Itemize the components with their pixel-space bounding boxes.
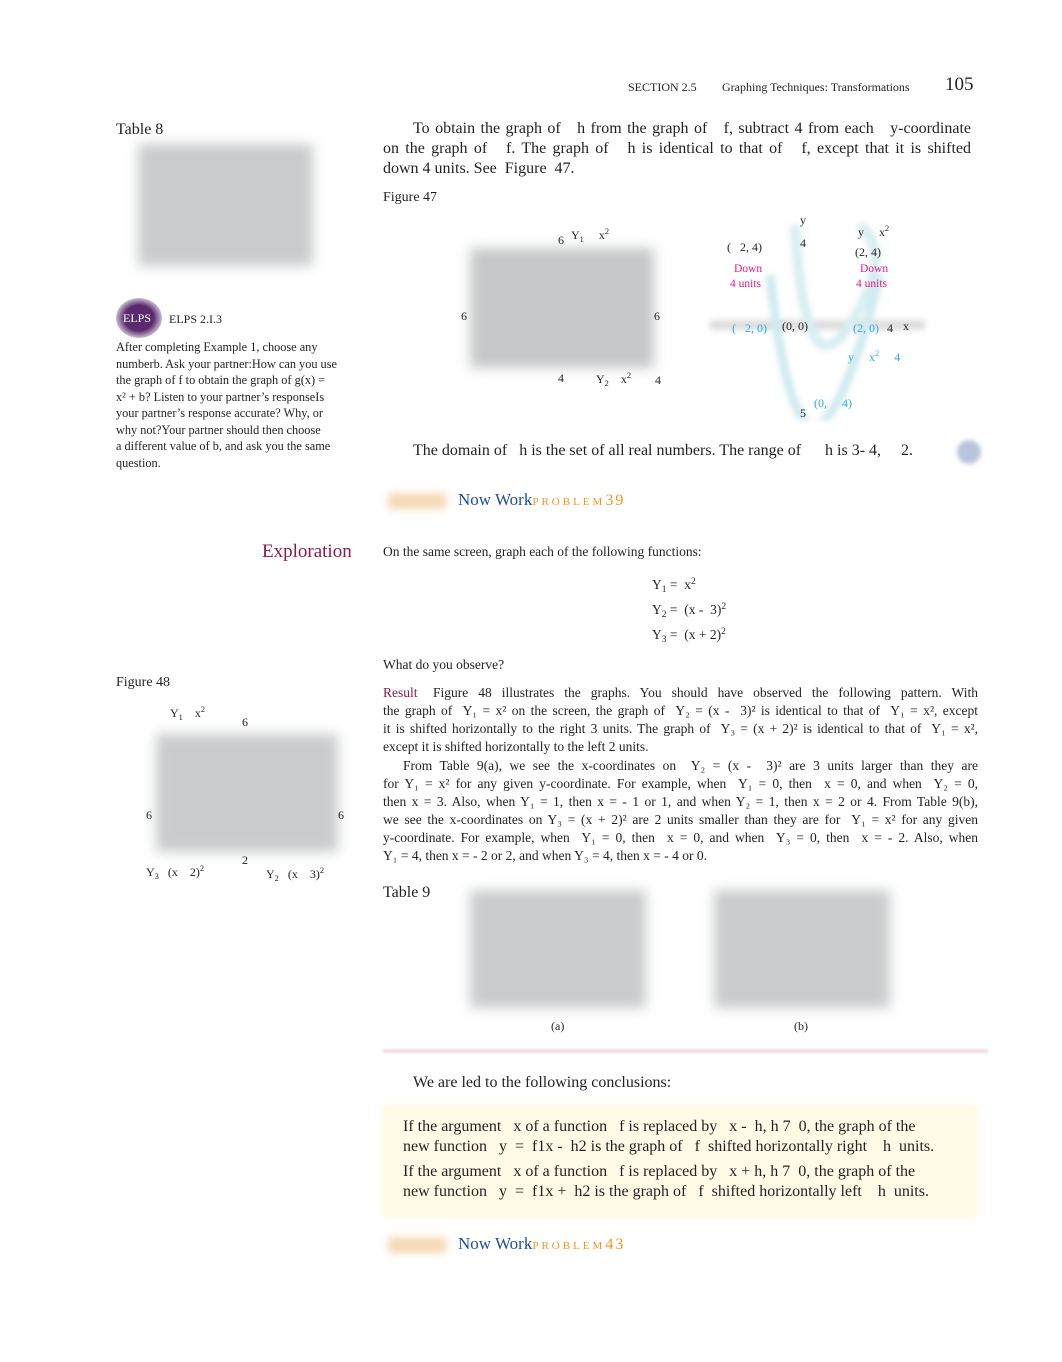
text-line: If the argument x of a function f is rep…	[403, 1163, 916, 1180]
equation-part: = (x - 3)	[666, 602, 722, 617]
section-title: Graphing Techniques: Transformations	[722, 80, 910, 94]
text-line: question.	[116, 456, 161, 470]
video-icon[interactable]	[957, 440, 981, 464]
figure48-screen	[156, 734, 338, 852]
fig47-left-tick: 6	[461, 309, 467, 323]
text-line: for Y₁ = x² for any given y-coordinate. …	[383, 776, 978, 791]
down-label-right: Down	[860, 263, 889, 275]
exploration-intro: On the same screen, graph each of the fo…	[383, 544, 702, 559]
text-line: x² + b? Listen to your partner’s respons…	[116, 390, 325, 404]
text-line: on the graph of f. The graph of h is ide…	[383, 140, 971, 157]
text-line: why not?Your partner should then choose	[116, 423, 321, 437]
page-number: 105	[945, 74, 974, 95]
text-line: down 4 units. See Figure 47.	[383, 160, 575, 177]
text-line: From Table 9(a), we see the x-coordinate…	[403, 758, 978, 773]
table9b-caption: (b)	[794, 1019, 808, 1033]
eq-bottom: y x2 4	[848, 349, 901, 364]
down-label-left: Down	[734, 263, 763, 275]
now-work-icon	[388, 1237, 446, 1253]
point-2-0: (2, 0)	[853, 321, 879, 335]
eq-top: y x2	[858, 224, 890, 239]
text-line: a different value of b, and ask you the …	[116, 439, 331, 453]
divider	[383, 1049, 988, 1053]
observe-question: What do you observe?	[383, 657, 505, 672]
text-line: the graph of f to obtain the graph of g(…	[116, 373, 326, 387]
conclusion-intro: We are led to the following conclusions:	[413, 1074, 672, 1091]
fig47-bottom-tick-2: 4	[655, 373, 661, 387]
equation-part: = x	[666, 577, 691, 592]
text-line: If the argument x of a function f is rep…	[403, 1118, 916, 1135]
fig47-y2-label: Y2 x2	[596, 371, 632, 388]
table9a-caption: (a)	[551, 1019, 565, 1033]
equation-part: Y	[652, 627, 662, 642]
figure47-label: Figure 47	[383, 190, 438, 205]
fig48-y2-label: Y2 (x 3)2	[266, 866, 325, 883]
equation-part: Y	[652, 602, 662, 617]
text-line: we see the x-coordinates on Y₃ = (x + 2)…	[383, 812, 978, 827]
elps-badge-text: ELPS	[123, 311, 152, 325]
text-line: Figure 48 illustrates the graphs. You sh…	[433, 685, 978, 700]
fig48-bottom-tick: 2	[242, 853, 248, 867]
point-neg2-0: ( 2, 0)	[732, 321, 767, 335]
text-line: new function y = f1x + h2 is the graph o…	[403, 1183, 929, 1200]
equation-part: Y	[652, 577, 662, 592]
equation-part: = (x + 2)	[666, 627, 722, 642]
table9-label: Table 9	[383, 884, 431, 901]
now-work-43[interactable]: Now WorkPROBLEM43	[458, 1234, 625, 1254]
text-line: After completing Example 1, choose any	[116, 340, 318, 354]
text-line: To obtain the graph of h from the graph …	[413, 120, 971, 137]
point-2-4: (2, 4)	[855, 245, 881, 259]
y-axis-label: y	[800, 213, 806, 227]
point-0-0: (0, 0)	[782, 319, 808, 333]
units-label-right: 4 units	[856, 278, 887, 290]
text-line: y-coordinate. For example, when Y₁ = 0, …	[383, 830, 978, 845]
text-line: then x = 3. Also, when Y₁ = 1, then x = …	[383, 794, 978, 809]
table8-image	[138, 144, 313, 266]
fig47-y1-label: Y1 x2	[571, 227, 610, 244]
fig48-right-tick: 6	[338, 808, 344, 822]
domain-text: The domain of h is the set of all real n…	[413, 442, 914, 459]
x-axis-label: x	[903, 319, 909, 333]
fig47-right-tick: 6	[654, 309, 660, 323]
units-label-left: 4 units	[730, 278, 761, 290]
y-tick-5: 5	[800, 406, 806, 420]
fig47-top-tick: 6	[558, 233, 564, 247]
textbook-page: SECTION 2.5 Graphing Techniques: Transfo…	[0, 0, 1062, 1362]
equation-y2: Y2 = (x - 3)2	[652, 602, 726, 620]
text-line: the graph of Y₁ = x² on the screen, the …	[383, 703, 978, 718]
figure47-screen-image	[470, 248, 654, 368]
table9b-image	[714, 890, 890, 1008]
text-line: numberb. Ask your partner:How can you us…	[116, 357, 337, 371]
text-line: your partner’s response accurate? Why, o…	[116, 406, 324, 420]
equation-part: 2	[690, 577, 696, 587]
equation-part: 2	[721, 602, 727, 612]
fig48-y3-label: Y3 (x 2)2	[146, 864, 205, 881]
point-neg2-4: ( 2, 4)	[727, 240, 762, 254]
vertex-0-neg4: (0, 4)	[814, 396, 852, 410]
section-label: SECTION 2.5	[628, 80, 697, 94]
now-work-icon	[388, 493, 446, 509]
equation-part: 2	[721, 627, 726, 637]
table9a-image	[470, 890, 646, 1008]
fig47-bottom-tick: 4	[558, 371, 564, 385]
fig48-y1-label: Y1 x2	[170, 705, 206, 722]
equation-y1: Y1 = x2	[652, 577, 696, 595]
text-line: new function y = f1x - h2 is the graph o…	[403, 1138, 935, 1155]
text-line: except it is shifted horizontally to the…	[383, 739, 649, 754]
x-tick-4: 4	[887, 321, 893, 335]
elps-code: ELPS 2.I.3	[169, 312, 223, 326]
now-work-39[interactable]: Now WorkPROBLEM39	[458, 490, 625, 510]
fig48-left-tick: 6	[146, 808, 152, 822]
figure48-label: Figure 48	[116, 675, 171, 690]
y-tick-4: 4	[800, 236, 806, 250]
equation-y3: Y3 = (x + 2)2	[652, 627, 726, 645]
fig48-top-tick: 6	[242, 715, 248, 729]
exploration-heading: Exploration	[262, 541, 352, 562]
table8-label: Table 8	[116, 121, 164, 138]
text-line: it is shifted horizontally to the right …	[383, 721, 978, 736]
text-line: Y₁ = 4, then x = - 2 or 2, and when Y₃ =…	[383, 848, 707, 863]
result-label: Result	[383, 685, 418, 700]
